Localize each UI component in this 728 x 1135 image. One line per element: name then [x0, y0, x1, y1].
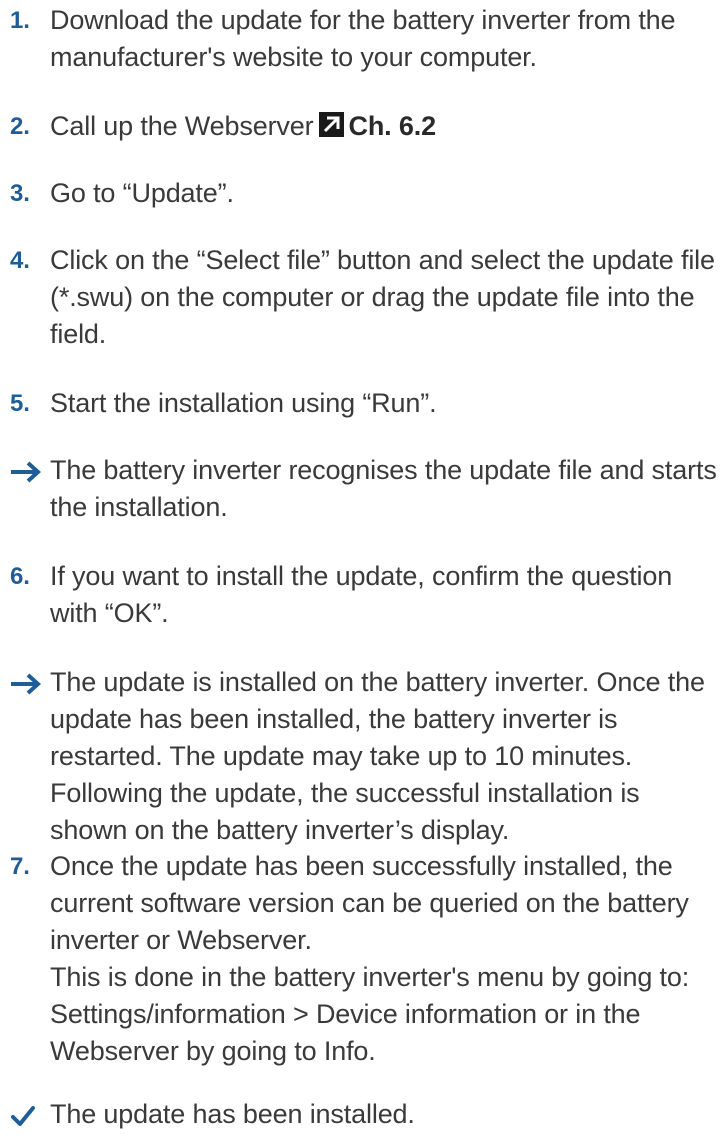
step-number: 4.: [10, 247, 30, 274]
right-arrow-icon: [10, 452, 42, 489]
chapter-reference-link[interactable]: Ch. 6.2: [348, 111, 436, 141]
external-link-icon[interactable]: [319, 110, 345, 137]
step-number: 5.: [10, 390, 30, 417]
result-text: The update is installed on the battery i…: [50, 667, 705, 845]
step-number: 6.: [10, 563, 30, 590]
step-text: Start the installation using “Run”.: [50, 388, 437, 418]
right-arrow-icon: [10, 664, 42, 701]
step-text: Go to “Update”.: [50, 178, 234, 208]
step-text: If you want to install the update, confi…: [50, 561, 673, 628]
step-text: Call up the Webserver: [50, 111, 314, 141]
step-text-continued: This is done in the battery inverter's m…: [50, 962, 690, 1066]
checkmark-icon: [10, 1096, 42, 1133]
step-number: 7.: [10, 853, 30, 880]
step-number: 3.: [10, 180, 30, 207]
step-text: Once the update has been successfully in…: [50, 851, 689, 955]
step-text: Download the update for the battery inve…: [50, 5, 676, 72]
result-text: The update has been installed.: [50, 1099, 415, 1129]
step-number: 1.: [10, 7, 30, 34]
step-text: Click on the “Select file” button and se…: [50, 245, 715, 349]
result-text: The battery inverter recognises the upda…: [50, 455, 717, 522]
step-number: 2.: [10, 113, 30, 140]
